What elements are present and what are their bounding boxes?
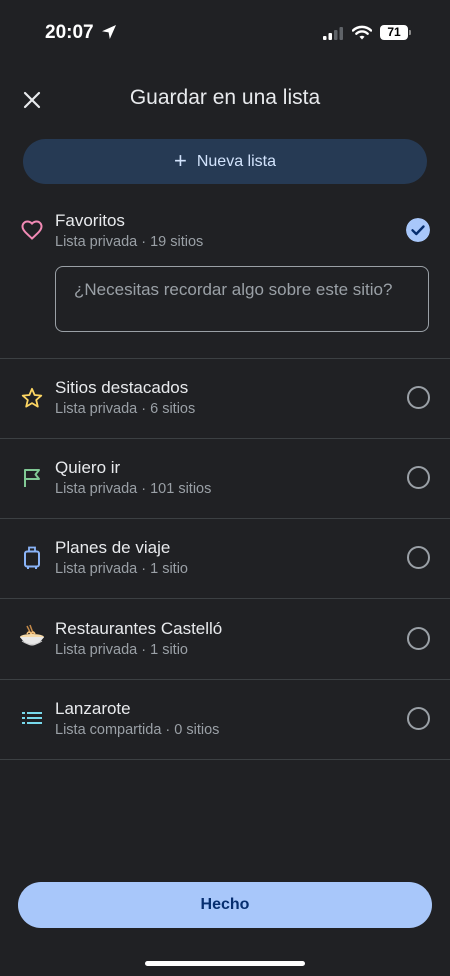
- divider: [0, 438, 450, 439]
- heart-icon: [21, 220, 43, 240]
- list-subtitle: Lista privada · 6 sitios: [55, 401, 196, 417]
- radio-unselected[interactable]: [407, 546, 430, 569]
- list-title: Quiero ir: [55, 458, 121, 477]
- radio-unselected[interactable]: [407, 707, 430, 730]
- new-list-button[interactable]: + Nueva lista: [23, 139, 427, 184]
- new-list-label: Nueva lista: [196, 152, 276, 170]
- list-title: Favoritos: [55, 211, 125, 230]
- list-subtitle: Lista compartida · 0 sitios: [55, 722, 220, 738]
- list-subtitle: Lista privada · 19 sitios: [55, 234, 204, 250]
- note-input[interactable]: ¿Necesitas recordar algo sobre este siti…: [55, 266, 429, 332]
- list-title: Lanzarote: [55, 699, 131, 718]
- cellular-signal-icon: [323, 27, 343, 40]
- status-time: 20:07: [45, 22, 94, 43]
- list-subtitle: Lista privada · 101 sitios: [55, 481, 212, 497]
- star-icon: [21, 387, 43, 408]
- divider: [0, 358, 450, 359]
- done-button[interactable]: Hecho: [18, 882, 432, 928]
- battery-indicator: 71: [380, 25, 408, 40]
- divider: [0, 759, 450, 760]
- suitcase-icon: [24, 546, 40, 569]
- divider: [0, 679, 450, 680]
- status-bar: 20:07 71: [0, 0, 450, 60]
- done-label: Hecho: [200, 896, 250, 913]
- home-indicator[interactable]: [145, 961, 305, 966]
- radio-unselected[interactable]: [407, 466, 430, 489]
- battery-tip: [409, 30, 411, 35]
- list-title: Restaurantes Castelló: [55, 619, 223, 638]
- location-arrow-icon: [102, 25, 116, 39]
- divider: [0, 518, 450, 519]
- battery-level: 71: [387, 25, 401, 39]
- checkbox-checked-icon[interactable]: [406, 218, 430, 242]
- radio-unselected[interactable]: [407, 627, 430, 650]
- page-title: Guardar en una lista: [129, 86, 321, 109]
- radio-unselected[interactable]: [407, 386, 430, 409]
- list-title: Sitios destacados: [55, 378, 189, 397]
- divider: [0, 598, 450, 599]
- flag-icon: [24, 469, 40, 487]
- list-subtitle: Lista privada · 1 sitio: [55, 642, 188, 658]
- list-subtitle: Lista privada · 1 sitio: [55, 561, 188, 577]
- noodle-bowl-icon: [20, 624, 44, 646]
- list-title: Planes de viaje: [55, 538, 171, 557]
- wifi-icon: [352, 25, 372, 40]
- list-icon: [22, 712, 42, 724]
- plus-icon: +: [173, 147, 187, 173]
